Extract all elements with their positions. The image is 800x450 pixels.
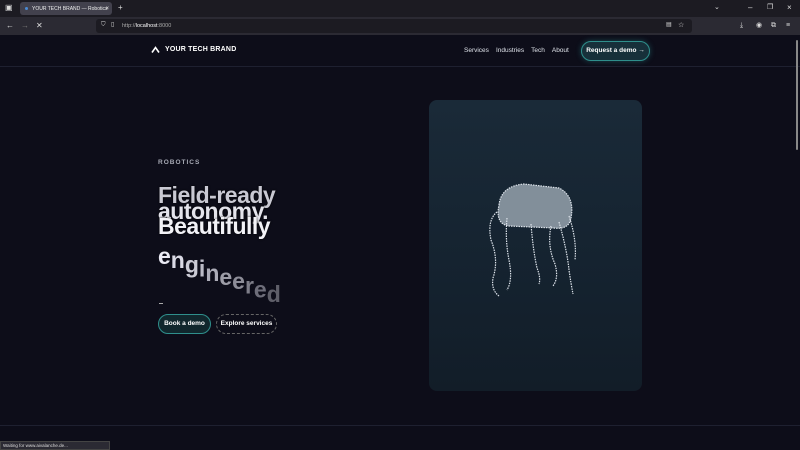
headline-letter: n <box>205 259 220 286</box>
robot-visual-card <box>429 100 642 391</box>
headline-letter: r <box>244 272 254 299</box>
url-bar[interactable]: http://localhost:8000 <box>96 19 692 33</box>
menu-icon[interactable]: ≡ <box>786 22 790 29</box>
hero-eyebrow: ROBOTICS <box>158 159 201 166</box>
restore-icon[interactable]: ❐ <box>767 4 773 11</box>
loading-icon <box>25 7 28 10</box>
url-port: :8000 <box>157 23 172 29</box>
tab-bar: ▣ YOUR TECH BRAND — Robotics × + ⌄ – ❐ × <box>0 0 800 17</box>
headline-letter: e <box>158 243 171 269</box>
nav-link-industries[interactable]: Industries <box>496 47 524 54</box>
nav-link-services[interactable]: Services <box>464 47 489 54</box>
minimize-icon[interactable]: – <box>748 4 752 12</box>
headline-line-4: engineered <box>158 243 281 307</box>
headline-letter: g <box>184 251 199 278</box>
brand-name: YOUR TECH BRAND <box>165 46 237 53</box>
headline-letter: e <box>219 264 233 290</box>
cursor-dash <box>159 303 163 304</box>
headline-letter: n <box>170 247 185 274</box>
close-tab-icon[interactable]: × <box>105 6 109 12</box>
headline-letter: e <box>253 276 267 303</box>
extensions-icon[interactable]: ⧉ <box>771 22 776 29</box>
brand-logo[interactable]: YOUR TECH BRAND <box>151 46 236 53</box>
site-header: YOUR TECH BRAND Services Industries Tech… <box>0 35 800 67</box>
nav-bar: ← → ✕ http://localhost:8000 ⛉ ▯ ▤ ☆ ⤓ ◉ … <box>0 17 800 35</box>
browser-tab[interactable]: YOUR TECH BRAND — Robotics × <box>20 2 112 15</box>
page-icon[interactable]: ▯ <box>111 22 114 28</box>
url-prefix: http:// <box>122 23 136 29</box>
close-window-icon[interactable]: × <box>787 4 792 12</box>
bookmark-star-icon[interactable]: ☆ <box>678 22 684 29</box>
url-host: localhost <box>135 23 158 29</box>
request-demo-button[interactable]: Request a demo → <box>581 41 650 61</box>
explore-services-button[interactable]: Explore services <box>216 314 277 334</box>
headline-letter: e <box>232 268 245 295</box>
tab-overview-icon[interactable]: ▣ <box>5 4 13 12</box>
shield-icon[interactable]: ⛉ <box>101 22 106 28</box>
nav-link-tech[interactable]: Tech <box>531 47 545 54</box>
status-bar: Waiting for www.aivalanche.de... <box>0 441 110 450</box>
stop-icon[interactable]: ✕ <box>36 22 43 30</box>
section-divider <box>0 425 800 426</box>
robot-dog-wireframe-icon <box>489 183 576 297</box>
scrollbar[interactable] <box>796 40 798 150</box>
account-icon[interactable]: ◉ <box>756 22 762 29</box>
tab-title: YOUR TECH BRAND — Robotics <box>32 5 108 12</box>
tab-list-icon[interactable]: ⌄ <box>714 4 720 11</box>
headline-line-3: Beautifully <box>158 213 271 239</box>
forward-icon[interactable]: → <box>21 22 29 30</box>
new-tab-icon[interactable]: + <box>118 4 123 12</box>
chevron-up-logo-icon <box>151 46 160 53</box>
nav-link-about[interactable]: About <box>552 47 569 54</box>
reader-view-icon[interactable]: ▤ <box>666 22 672 28</box>
download-icon[interactable]: ⤓ <box>740 22 743 29</box>
headline-letter: d <box>266 280 281 307</box>
book-demo-button[interactable]: Book a demo <box>158 314 211 334</box>
back-icon[interactable]: ← <box>6 22 14 30</box>
